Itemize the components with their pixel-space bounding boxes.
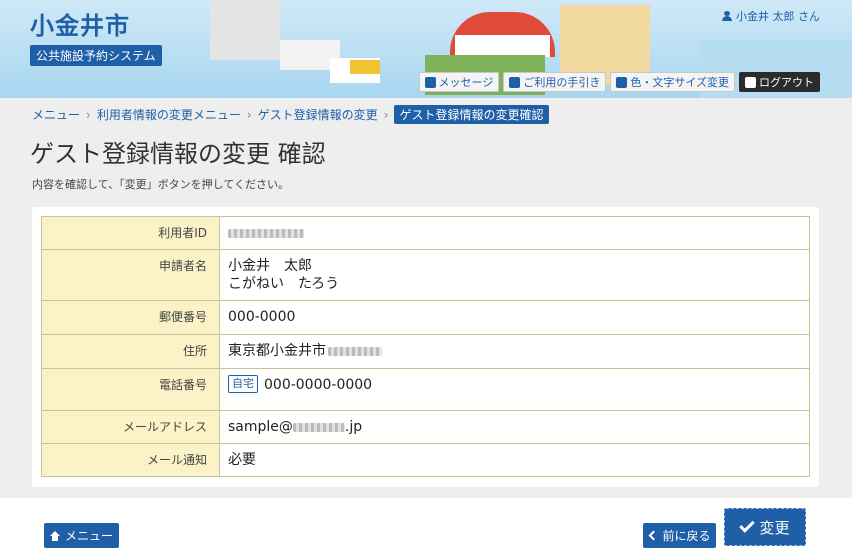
user-info: 小金井 太郎 さん: [722, 8, 820, 24]
chevron-right-icon: ›: [86, 107, 91, 122]
phone-number: 000-0000-0000: [264, 377, 373, 393]
breadcrumb: メニュー › 利用者情報の変更メニュー › ゲスト登録情報の変更 › ゲスト登録…: [32, 105, 549, 124]
masked-value: [228, 228, 304, 238]
table-row: 電話番号 自宅 000-0000-0000: [41, 368, 810, 411]
page-title: ゲスト登録情報の変更 確認: [30, 140, 326, 168]
brush-icon: [616, 76, 628, 88]
user-name: 小金井 太郎 さん: [736, 10, 820, 23]
postal-label: 郵便番号: [41, 300, 220, 335]
display-settings-button[interactable]: 色・文字サイズ変更: [610, 72, 735, 92]
table-row: 住所 東京都小金井市: [41, 334, 810, 369]
table-row: メールアドレス sample@ .jp: [41, 410, 810, 444]
site-title-block: 小金井市 公共施設予約システム: [30, 6, 162, 66]
applicant-name: 小金井 太郎: [228, 258, 312, 274]
logout-label: ログアウト: [759, 76, 814, 89]
change-button-label: 変更: [759, 518, 790, 537]
masked-value: [292, 422, 345, 432]
back-button-label: 前に戻る: [662, 529, 711, 543]
table-row: 郵便番号 000-0000: [41, 300, 810, 335]
notify-label: メール通知: [41, 443, 220, 477]
display-settings-label: 色・文字サイズ変更: [630, 76, 729, 89]
guide-button[interactable]: ご利用の手引き: [503, 72, 607, 92]
user-id-label: 利用者ID: [41, 216, 220, 250]
confirmation-card: 利用者ID 申請者名 小金井 太郎 こがねい たろう 郵便番号 000-0000…: [32, 207, 819, 487]
breadcrumb-user-info-menu[interactable]: 利用者情報の変更メニュー: [97, 106, 241, 123]
masked-value: [328, 346, 382, 356]
address-text: 東京都小金井市: [228, 343, 326, 359]
applicant-value: 小金井 太郎 こがねい たろう: [219, 249, 810, 301]
instruction-text: 内容を確認して、「変更」ボタンを押してください。: [32, 178, 289, 191]
email-suffix: .jp: [344, 419, 363, 435]
system-name: 公共施設予約システム: [30, 45, 162, 66]
header-toolbar: メッセージ ご利用の手引き 色・文字サイズ変更 ログアウト: [418, 72, 820, 92]
page-header: 小金井市 公共施設予約システム 小金井 太郎 さん メッセージ ご利用の手引き …: [0, 0, 852, 98]
chevron-right-icon: ›: [383, 107, 389, 122]
table-row: メール通知 必要: [41, 443, 810, 477]
message-label: メッセージ: [438, 76, 494, 89]
email-value: sample@ .jp: [219, 410, 810, 444]
logout-button[interactable]: ログアウト: [739, 72, 820, 92]
applicant-label: 申請者名: [41, 249, 220, 301]
city-name[interactable]: 小金井市: [30, 6, 162, 41]
table-row: 利用者ID: [41, 216, 810, 250]
confirmation-table: 利用者ID 申請者名 小金井 太郎 こがねい たろう 郵便番号 000-0000…: [41, 216, 810, 477]
email-label: メールアドレス: [41, 410, 220, 444]
message-icon: [424, 76, 436, 88]
notify-value: 必要: [219, 443, 810, 477]
change-button[interactable]: 変更: [724, 508, 806, 546]
check-icon: [739, 517, 756, 533]
email-prefix: sample@: [228, 419, 293, 435]
home-icon: [49, 530, 60, 541]
phone-type-badge: 自宅: [228, 375, 258, 393]
chevron-left-icon: [649, 530, 659, 541]
table-row: 申請者名 小金井 太郎 こがねい たろう: [41, 249, 810, 301]
chevron-right-icon: ›: [246, 107, 252, 122]
menu-button-label: メニュー: [64, 529, 113, 543]
guide-label: ご利用の手引き: [523, 76, 601, 89]
menu-button[interactable]: メニュー: [44, 523, 119, 548]
breadcrumb-guest-change[interactable]: ゲスト登録情報の変更: [258, 106, 378, 123]
address-label: 住所: [41, 334, 220, 369]
address-value: 東京都小金井市: [219, 334, 810, 369]
logout-icon: [745, 76, 756, 88]
back-button[interactable]: 前に戻る: [643, 523, 716, 548]
book-icon: [509, 76, 521, 88]
breadcrumb-menu[interactable]: メニュー: [32, 106, 80, 123]
breadcrumb-current: ゲスト登録情報の変更確認: [394, 105, 549, 124]
phone-value: 自宅 000-0000-0000: [219, 368, 810, 411]
applicant-kana: こがねい たろう: [228, 276, 340, 292]
footer-bar: メニュー 前に戻る 変更: [0, 498, 852, 559]
message-button[interactable]: メッセージ: [418, 72, 500, 92]
user-id-value: [219, 216, 810, 250]
phone-label: 電話番号: [41, 368, 220, 411]
postal-value: 000-0000: [219, 300, 810, 335]
user-icon: [722, 11, 732, 21]
